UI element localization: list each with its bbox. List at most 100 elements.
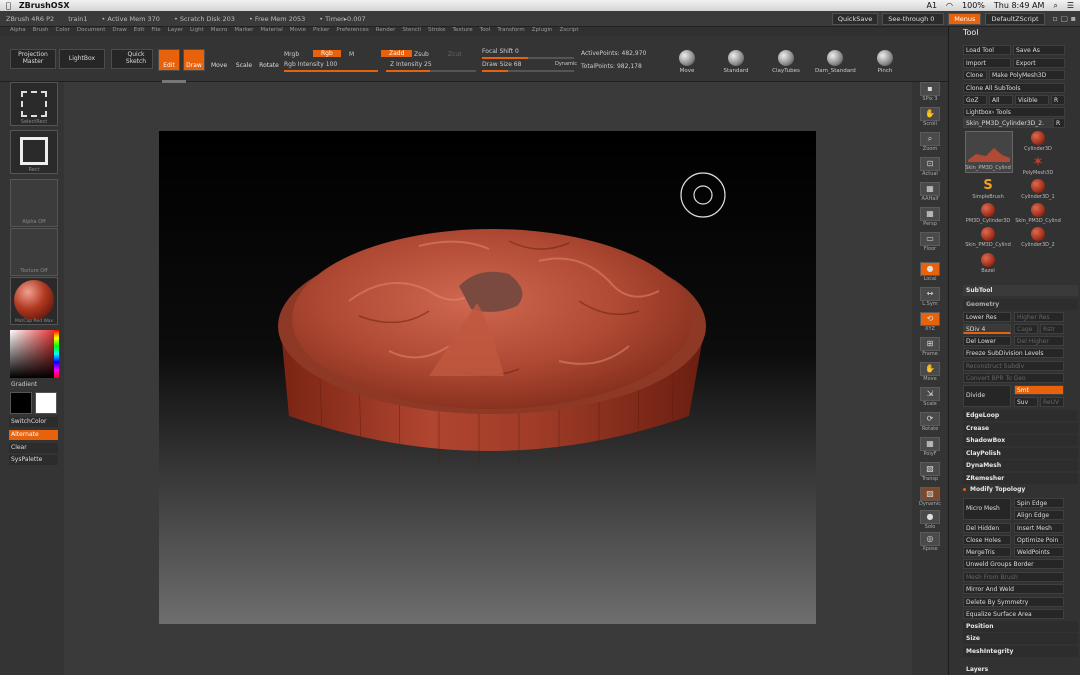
shelf-aahalf[interactable]: ▦ AAHalf bbox=[916, 182, 944, 202]
save-as-button[interactable]: Save As bbox=[1013, 45, 1065, 55]
rgb-button[interactable]: Rgb bbox=[313, 50, 341, 57]
menu-movie[interactable]: Movie bbox=[290, 27, 306, 36]
shelf-scale[interactable]: ⇲ Scale bbox=[916, 387, 944, 407]
shelf-persp[interactable]: ▦ Persp bbox=[916, 207, 944, 227]
list-icon[interactable]: ☰ bbox=[1067, 1, 1074, 10]
load-tool-button[interactable]: Load Tool bbox=[963, 45, 1011, 55]
edit-button[interactable]: Edit bbox=[158, 49, 180, 71]
brush-move[interactable]: Move bbox=[667, 50, 707, 74]
brush-claytubes[interactable]: ClayTubes bbox=[766, 50, 806, 74]
mesh-integrity-section[interactable]: MeshIntegrity bbox=[963, 646, 1078, 657]
merge-tris-button[interactable]: MergeTris bbox=[963, 547, 1011, 557]
shelf-xyz[interactable]: ⟲ XYZ bbox=[916, 312, 944, 332]
select-rect-button[interactable]: SelectRect bbox=[10, 82, 58, 126]
document-viewport[interactable] bbox=[159, 131, 816, 624]
higher-res-button[interactable]: Higher Res bbox=[1014, 312, 1064, 322]
syspalette-button[interactable]: SysPalette bbox=[9, 455, 58, 465]
texture-button[interactable]: Texture Off bbox=[10, 228, 58, 276]
quick-sketch-button[interactable]: Quick Sketch bbox=[111, 49, 153, 69]
tool-panel-title[interactable]: Tool bbox=[953, 28, 979, 37]
micro-mesh-button[interactable]: Micro Mesh bbox=[963, 498, 1011, 520]
menu-transform[interactable]: Transform bbox=[497, 27, 524, 36]
reconstruct-subdiv-button[interactable]: Reconstruct Subdiv bbox=[963, 361, 1064, 371]
del-hidden-button[interactable]: Del Hidden bbox=[963, 523, 1011, 533]
spin-edge-button[interactable]: Spin Edge bbox=[1014, 498, 1064, 508]
shelf-solo[interactable]: ● Solo bbox=[916, 510, 944, 530]
current-tool-r-button[interactable]: R bbox=[1053, 118, 1065, 128]
section-zremesher[interactable]: ZRemesher bbox=[963, 473, 1078, 484]
suv-toggle[interactable]: Suv bbox=[1014, 397, 1038, 407]
geometry-section[interactable]: Geometry bbox=[963, 299, 1078, 310]
search-icon[interactable]: ⌕ bbox=[1053, 1, 1057, 11]
menu-brush[interactable]: Brush bbox=[33, 27, 49, 36]
menu-layer[interactable]: Layer bbox=[168, 27, 183, 36]
tool-thumb[interactable]: Cylinder3D_1 bbox=[1015, 179, 1061, 200]
scale-button[interactable]: Scale bbox=[233, 49, 255, 71]
tool-thumb[interactable]: Bazel bbox=[965, 253, 1011, 274]
rstr-button[interactable]: Rstr bbox=[1040, 324, 1064, 334]
shelf-scroll[interactable]: ✋ Scroll bbox=[916, 107, 944, 127]
close-holes-button[interactable]: Close Holes bbox=[963, 535, 1011, 545]
tool-thumb[interactable]: ✶ PolyMesh3D bbox=[1015, 155, 1061, 176]
unweld-groups-button[interactable]: Unweld Groups Border bbox=[963, 559, 1064, 569]
clone-all-subtools-button[interactable]: Clone All SubTools bbox=[963, 83, 1065, 93]
focal-shift-track[interactable] bbox=[482, 57, 574, 59]
menu-tool[interactable]: Tool bbox=[480, 27, 491, 36]
menu-material[interactable]: Material bbox=[260, 27, 282, 36]
menu-stencil[interactable]: Stencil bbox=[402, 27, 421, 36]
rect-button[interactable]: Rect bbox=[10, 130, 58, 174]
mirror-and-weld-button[interactable]: Mirror And Weld bbox=[963, 584, 1064, 594]
smt-toggle[interactable]: Smt bbox=[1014, 385, 1064, 395]
menu-zscript[interactable]: Zscript bbox=[559, 27, 578, 36]
brush-pinch[interactable]: Pinch bbox=[865, 50, 905, 74]
brush-dam-standard[interactable]: Dam_Standard bbox=[815, 50, 856, 74]
mesh-from-brush-button[interactable]: Mesh From Brush bbox=[963, 572, 1064, 582]
menus-button[interactable]: Menus bbox=[948, 12, 982, 25]
optimize-points-button[interactable]: Optimize Poin bbox=[1014, 535, 1064, 545]
shelf-local[interactable]: ● Local bbox=[916, 262, 944, 282]
menu-file[interactable]: File bbox=[151, 27, 160, 36]
convert-bpr-button[interactable]: Convert BPR To Geo bbox=[963, 373, 1064, 383]
layers-section[interactable]: Layers bbox=[963, 664, 1078, 675]
shelf-xpose[interactable]: ◎ Xpose bbox=[916, 532, 944, 552]
clone-button[interactable]: Clone bbox=[963, 70, 987, 80]
export-button[interactable]: Export bbox=[1013, 58, 1065, 68]
move-button[interactable]: Move bbox=[208, 49, 230, 71]
focal-shift-slider[interactable]: Focal Shift 0 bbox=[482, 48, 519, 55]
insert-mesh-button[interactable]: Insert Mesh bbox=[1014, 523, 1064, 533]
section-crease[interactable]: Crease bbox=[963, 423, 1078, 434]
all-button[interactable]: All bbox=[989, 95, 1013, 105]
tool-thumb[interactable]: Cylinder3D bbox=[1015, 131, 1061, 152]
reuv-button[interactable]: ReUV bbox=[1040, 397, 1064, 407]
switch-color-button[interactable]: SwitchColor bbox=[9, 417, 58, 427]
rotate-button[interactable]: Rotate bbox=[258, 49, 280, 71]
menu-alpha[interactable]: Alpha bbox=[10, 27, 26, 36]
menu-light[interactable]: Light bbox=[190, 27, 204, 36]
subtool-section[interactable]: SubTool bbox=[963, 285, 1078, 296]
shelf-frame[interactable]: ⊞ Frame bbox=[916, 337, 944, 357]
del-lower-button[interactable]: Del Lower bbox=[963, 336, 1011, 346]
color-picker[interactable] bbox=[10, 330, 58, 378]
apple-icon[interactable]:  bbox=[6, 1, 11, 10]
sdiv-slider[interactable]: SDiv 4 bbox=[963, 324, 1011, 334]
draw-button[interactable]: Draw bbox=[183, 49, 205, 71]
tool-thumb[interactable]: PM3D_Cylinder3D bbox=[965, 203, 1011, 224]
equalize-surface-button[interactable]: Equalize Surface Area bbox=[963, 609, 1064, 619]
mrgb-button[interactable]: Mrgb bbox=[284, 51, 299, 58]
gradient-label[interactable]: Gradient bbox=[11, 381, 37, 388]
import-button[interactable]: Import bbox=[963, 58, 1011, 68]
draw-size-slider[interactable]: Draw Size 68 bbox=[482, 61, 521, 68]
zadd-button[interactable]: Zadd bbox=[381, 50, 413, 57]
alpha-button[interactable]: Alpha Off bbox=[10, 179, 58, 227]
shelf-move[interactable]: ✋ Move bbox=[916, 362, 944, 382]
tool-thumb[interactable]: Skin_PM3D_Cylind bbox=[965, 227, 1011, 248]
weld-points-button[interactable]: WeldPoints bbox=[1014, 547, 1064, 557]
main-color-swatch[interactable] bbox=[35, 392, 57, 414]
lower-res-button[interactable]: Lower Res bbox=[963, 312, 1011, 322]
shelf-floor[interactable]: ▭ Floor bbox=[916, 232, 944, 252]
sculpt-model[interactable] bbox=[159, 131, 816, 624]
menu-marker[interactable]: Marker bbox=[234, 27, 253, 36]
menu-draw[interactable]: Draw bbox=[112, 27, 126, 36]
window-buttons[interactable]: ▫ ▢ ▪ bbox=[1049, 14, 1080, 23]
goz-button[interactable]: GoZ bbox=[963, 95, 987, 105]
